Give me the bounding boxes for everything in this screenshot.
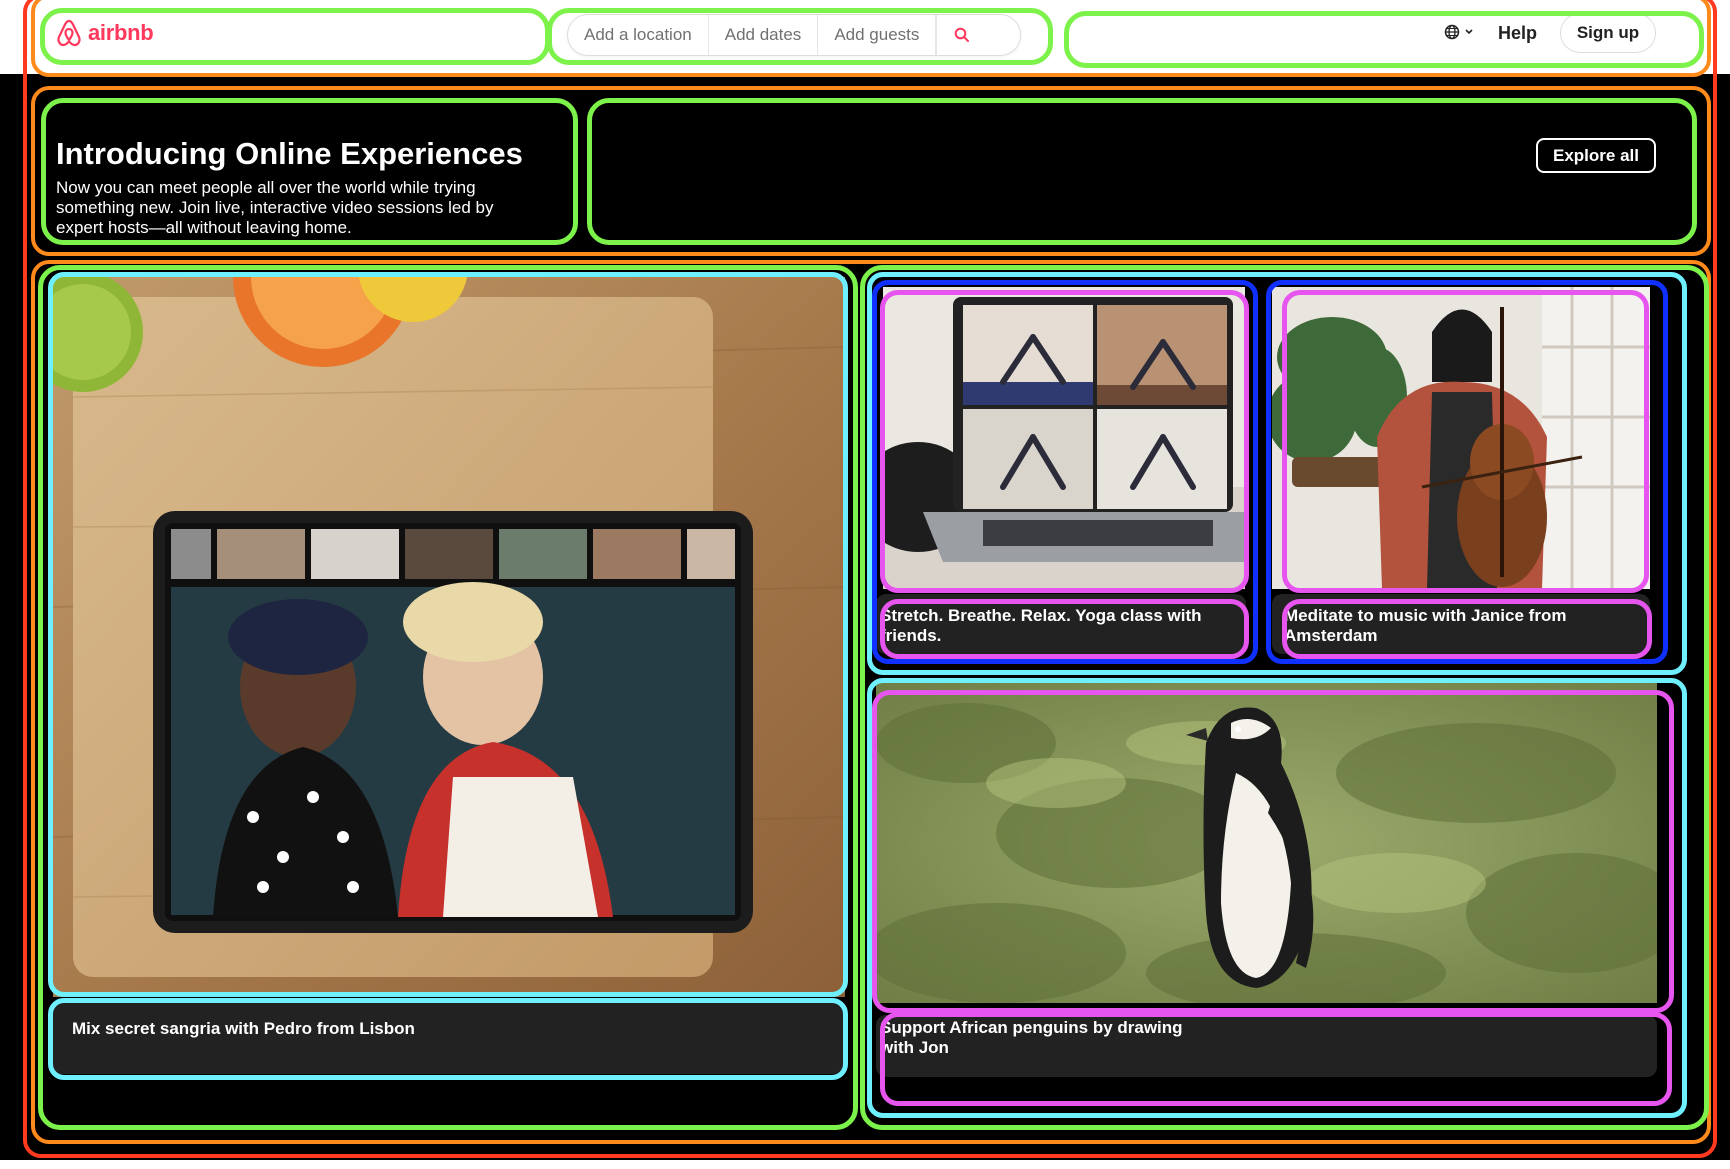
experience-card-yoga-image[interactable] (883, 287, 1245, 589)
globe-icon (1444, 24, 1460, 40)
airbnb-logo-icon (57, 19, 81, 47)
dates-field[interactable]: Add dates (709, 15, 819, 55)
explore-all-button[interactable]: Explore all (1536, 138, 1656, 173)
top-header: airbnb Add a location Add dates Add gues… (0, 0, 1730, 74)
search-button[interactable] (936, 15, 986, 55)
page-bottom-strip (0, 1160, 1730, 1169)
experience-card-music-title[interactable]: Meditate to music with Janice from Amste… (1284, 606, 1624, 646)
language-button[interactable] (1444, 24, 1474, 40)
search-icon (954, 27, 969, 42)
search-bar[interactable]: Add a location Add dates Add guests (567, 14, 1021, 56)
guests-field[interactable]: Add guests (818, 15, 937, 55)
help-link[interactable]: Help (1498, 23, 1537, 44)
airbnb-logo[interactable]: airbnb (56, 18, 154, 48)
brand-name: airbnb (88, 20, 154, 45)
chevron-down-icon (1465, 29, 1473, 35)
location-field[interactable]: Add a location (568, 15, 709, 55)
hero-description: Now you can meet people all over the wor… (56, 178, 494, 237)
experience-card-music-image[interactable] (1272, 287, 1650, 589)
experience-card-penguin-image[interactable] (876, 683, 1657, 1003)
experience-card-sangria-image[interactable] (53, 277, 845, 997)
experience-card-sangria-title[interactable]: Mix secret sangria with Pedro from Lisbo… (72, 1019, 772, 1039)
experience-card-penguin-title[interactable]: Support African penguins by drawing with… (880, 1018, 1220, 1058)
signup-button[interactable]: Sign up (1560, 13, 1656, 53)
experience-card-yoga-title[interactable]: Stretch. Breathe. Relax. Yoga class with… (880, 606, 1210, 646)
hero-title: Introducing Online Experiences (56, 136, 523, 171)
